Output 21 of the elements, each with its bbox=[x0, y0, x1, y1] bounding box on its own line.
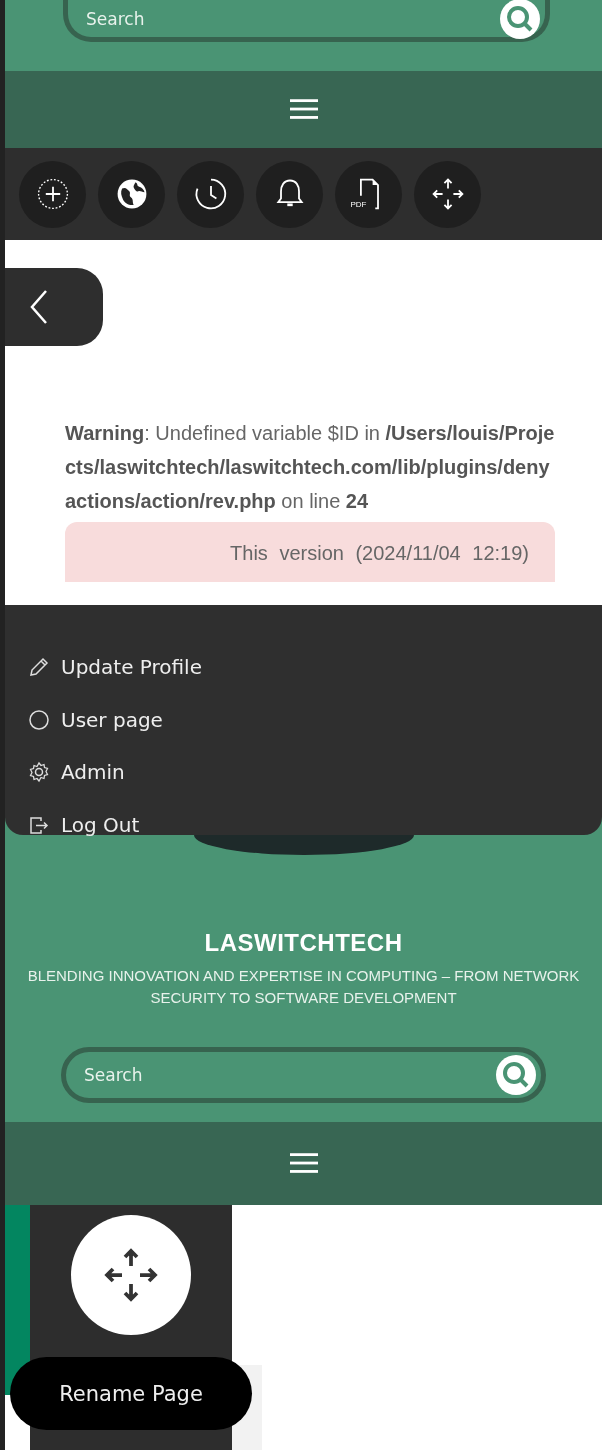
warning-message: Warning: Undefined variable $ID in /Users/louis/Projects/laswitchtech/laswitchtech.com/lib/plugins/denyactions/action/rev.php on line 24 bbox=[65, 421, 556, 514]
search-input[interactable]: Search bbox=[82, 1064, 496, 1086]
site-title: LASWITCHTECH bbox=[204, 929, 403, 957]
menu-item[interactable]: Update Profile bbox=[5, 641, 202, 694]
search-icon[interactable] bbox=[500, 0, 540, 39]
search-field[interactable]: Search bbox=[61, 1047, 546, 1103]
back-button[interactable] bbox=[5, 268, 103, 346]
site-tagline: BLENDING INNOVATION AND EXPERTISE IN COMPUTING – FROM NETWORK SECURITY TO SOFTWARE DEVELOPMENT bbox=[26, 966, 581, 1008]
menu-item[interactable]: Admin bbox=[5, 746, 125, 799]
menu-item[interactable]: Log Out bbox=[5, 798, 140, 851]
pdf-button[interactable]: PDF bbox=[335, 160, 402, 228]
clock-icon bbox=[192, 176, 229, 212]
revision-notice: This version (2024/11/04 12:19) bbox=[65, 522, 555, 582]
menu-item[interactable]: User page bbox=[5, 693, 163, 746]
search-field[interactable]: Search bbox=[63, 0, 550, 42]
menu-icon[interactable] bbox=[289, 1153, 318, 1174]
chevron-left-icon bbox=[29, 289, 49, 325]
menu-icon[interactable] bbox=[289, 99, 318, 120]
tooltip: Rename Page bbox=[10, 1357, 252, 1430]
search-icon[interactable] bbox=[496, 1055, 536, 1095]
circle-icon bbox=[27, 707, 51, 732]
